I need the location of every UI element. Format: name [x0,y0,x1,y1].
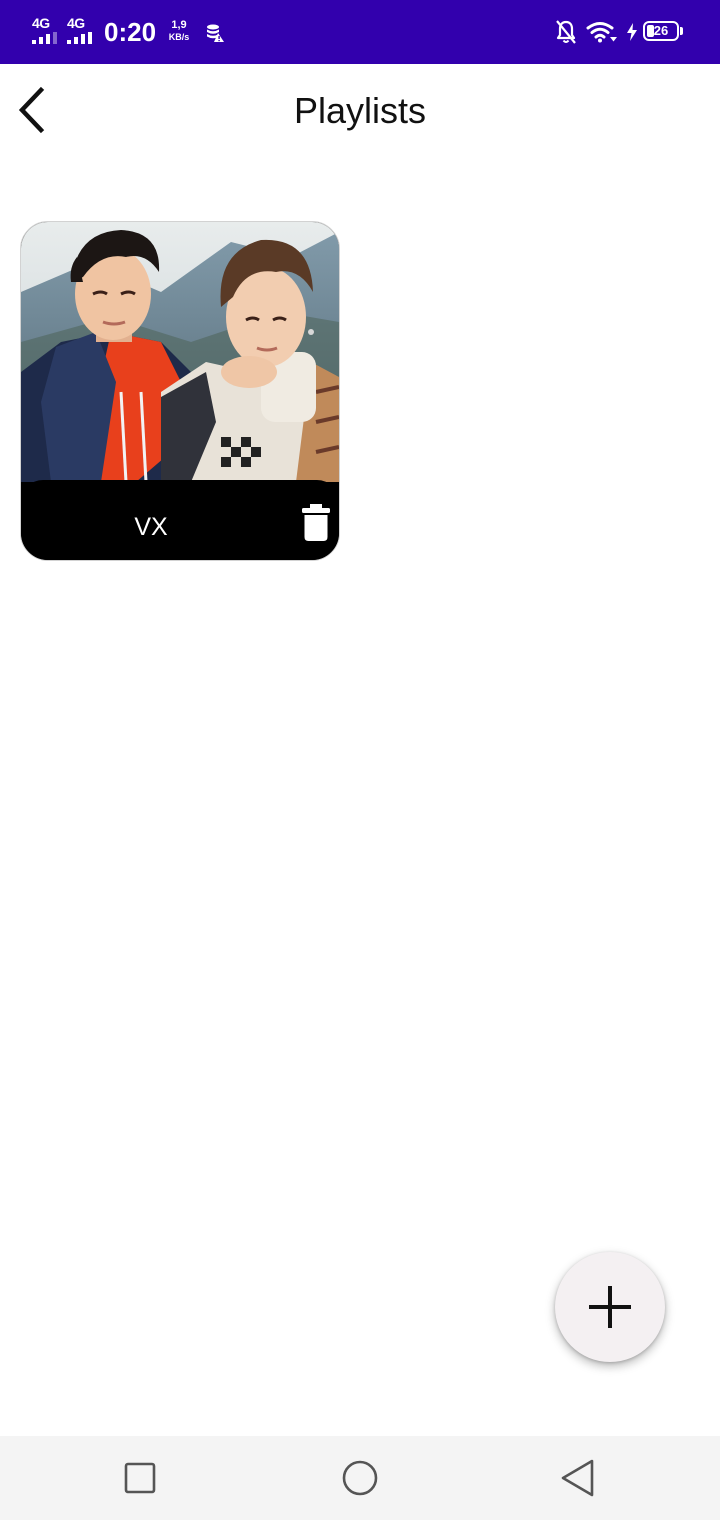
playlist-card[interactable]: VX [20,221,340,561]
charging-icon [627,23,637,41]
sim2-network-type: 4G [67,15,85,31]
back-icon [561,1459,594,1497]
network-speed-unit: KB/s [168,32,190,42]
system-navigation-bar [0,1436,720,1520]
wifi-icon [586,22,617,43]
status-bar: 4G 4G 0:20 1,9 KB/s 26 [0,0,720,64]
sim2-signal: 4G [67,16,99,46]
home-button[interactable] [338,1456,382,1500]
signal-icon [67,32,97,44]
back-button[interactable] [10,84,54,136]
add-playlist-button[interactable] [555,1252,665,1362]
playlist-name: VX [134,513,168,541]
battery-icon: 26 [643,21,679,41]
sim1-network-type: 4G [32,15,50,31]
chevron-left-icon [18,86,45,134]
network-speed-value: 1,9 [171,19,187,31]
battery-level: 26 [653,23,669,38]
signal-icon [32,32,62,44]
page-title: Playlists [293,90,427,131]
notifications-off-icon [556,20,576,44]
recent-apps-icon [124,1462,156,1494]
status-time: 0:20 [104,17,157,47]
trash-icon [302,504,330,541]
home-icon [342,1460,378,1496]
network-speed: 1,9 KB/s [163,19,195,43]
system-back-button[interactable] [556,1456,600,1500]
app-bar: Playlists [0,64,720,156]
sim1-signal: 4G [32,16,64,46]
delete-playlist-button[interactable] [296,500,336,544]
battery-tip [680,27,683,35]
plus-icon [589,1286,631,1328]
recent-apps-button[interactable] [118,1456,162,1500]
data-saver-icon [207,24,224,42]
playlist-cover-image [21,222,339,482]
